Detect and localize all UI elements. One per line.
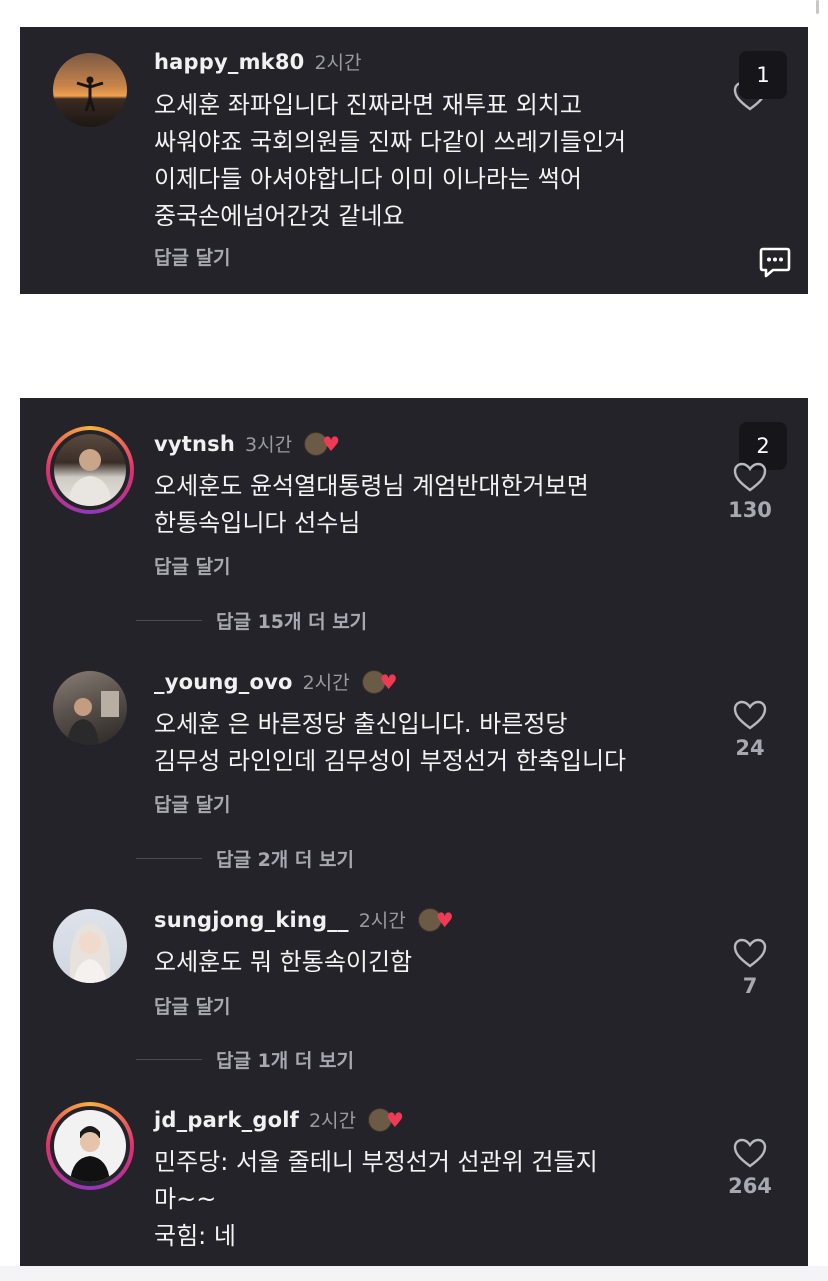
avatar[interactable] (53, 53, 127, 127)
view-more-replies-label: 답글 1개 더 보기 (216, 1050, 354, 1072)
story-ring[interactable] (46, 426, 134, 514)
comment-line: 이제다들 아셔야합니다 이미 이나라는 썩어 (154, 165, 582, 193)
comment-screenshot-2: 2 vytnsh 3시간 ♥ 오세훈도 윤석열대통령님 계엄반대한거보면 한통속… (20, 398, 808, 1266)
person-photo-icon (70, 1126, 110, 1182)
view-more-replies-button[interactable]: 답글 2개 더 보기 (136, 845, 354, 872)
divider (136, 858, 202, 859)
person-photo-icon (69, 924, 111, 983)
like-count: 24 (735, 736, 765, 760)
like-button[interactable]: 7 (728, 938, 772, 998)
heart-outline-icon (733, 1138, 767, 1168)
view-more-replies-button[interactable]: 답글 15개 더 보기 (136, 607, 367, 634)
like-button[interactable]: 24 (728, 700, 772, 760)
heart-outline-icon (733, 462, 767, 492)
person-photo-icon (67, 691, 119, 745)
timestamp: 2시간 (302, 672, 350, 694)
person-silhouette-icon (76, 76, 104, 112)
view-more-replies-label: 답글 15개 더 보기 (216, 611, 368, 633)
comment-line: 오세훈도 윤석열대통령님 계엄반대한거보면 (154, 472, 589, 500)
heart-filled-icon: ♥ (379, 669, 398, 694)
like-button[interactable]: 264 (728, 1138, 772, 1198)
comment-line: 싸워야죠 국회의원들 진짜 다같이 쓰레기들인거 (154, 128, 627, 156)
reply-button[interactable]: 답글 달기 (154, 243, 231, 270)
comment-line: 김무성 라인인데 김무성이 부정선거 한축입니다 (154, 747, 627, 775)
comment-line: 오세훈 은 바른정당 출신입니다. 바른정당 (154, 710, 568, 738)
comment-text: 민주당: 서울 줄테니 부정선거 선관위 건들지 마~~ 국힘: 네 (154, 1144, 714, 1255)
divider (136, 620, 202, 621)
reply-button[interactable]: 답글 달기 (154, 992, 231, 1019)
comment-text: 오세훈도 뭐 한통속이긴함 (154, 944, 714, 981)
comment-screenshot-1: happy_mk80 2시간 오세훈 좌파입니다 진짜라면 재투표 외치고 싸워… (20, 27, 808, 294)
creator-liked-badge: ♥ (417, 907, 454, 932)
username[interactable]: vytnsh (154, 432, 235, 456)
timestamp: 2시간 (314, 52, 362, 74)
like-button[interactable]: 130 (728, 462, 772, 522)
heart-filled-icon: ♥ (322, 431, 341, 456)
timestamp: 3시간 (245, 434, 293, 456)
comment-text: 오세훈도 윤석열대통령님 계엄반대한거보면 한통속입니다 선수님 (154, 468, 714, 542)
like-count: 7 (742, 974, 758, 998)
like-count: 130 (728, 498, 772, 522)
comment-text: 오세훈 은 바른정당 출신입니다. 바른정당 김무성 라인인데 김무성이 부정선… (154, 706, 734, 780)
comment-line: 오세훈 좌파입니다 진짜라면 재투표 외치고 (154, 91, 582, 119)
creator-liked-badge: ♥ (361, 669, 398, 694)
heart-outline-icon (733, 700, 767, 730)
annotation-number-badge: 1 (739, 51, 787, 99)
reply-button[interactable]: 답글 달기 (154, 790, 231, 817)
divider (136, 1059, 202, 1060)
comment-line: 오세훈도 뭐 한통속이긴함 (154, 948, 413, 976)
heart-filled-icon: ♥ (386, 1107, 404, 1132)
view-more-replies-label: 답글 2개 더 보기 (216, 849, 354, 871)
story-ring[interactable] (46, 1102, 134, 1190)
scrollbar[interactable] (816, 0, 819, 14)
comment-line: 국힘: 네 (154, 1222, 236, 1250)
avatar (54, 434, 126, 506)
creator-liked-badge: ♥ (368, 1107, 404, 1132)
username[interactable]: jd_park_golf (154, 1108, 299, 1132)
heart-outline-icon (733, 938, 767, 968)
comment-line: 중국손에넘어간것 같네요 (154, 202, 405, 230)
like-count: 264 (728, 1174, 772, 1198)
view-more-replies-button[interactable]: 답글 1개 더 보기 (136, 1046, 354, 1073)
username[interactable]: sungjong_king__ (154, 908, 349, 932)
timestamp: 2시간 (358, 910, 406, 932)
creator-liked-badge: ♥ (304, 431, 341, 456)
avatar[interactable] (53, 909, 127, 983)
comment-line: 민주당: 서울 줄테니 부정선거 선관위 건들지 (154, 1148, 598, 1176)
page-bottom-edge (0, 1266, 828, 1281)
person-photo-icon (68, 449, 112, 506)
comment-line: 마~~ (154, 1185, 217, 1213)
comment-bubble-icon[interactable] (758, 245, 792, 283)
comment-text: 오세훈 좌파입니다 진짜라면 재투표 외치고 싸워야죠 국회의원들 진짜 다같이… (154, 87, 714, 235)
avatar[interactable] (53, 671, 127, 745)
timestamp: 2시간 (308, 1110, 357, 1132)
username[interactable]: happy_mk80 (154, 50, 304, 74)
avatar (54, 1110, 126, 1182)
username[interactable]: _young_ovo (154, 670, 293, 694)
comment-line: 한통속입니다 선수님 (154, 509, 361, 537)
heart-filled-icon: ♥ (435, 907, 454, 932)
reply-button[interactable]: 답글 달기 (154, 552, 231, 579)
